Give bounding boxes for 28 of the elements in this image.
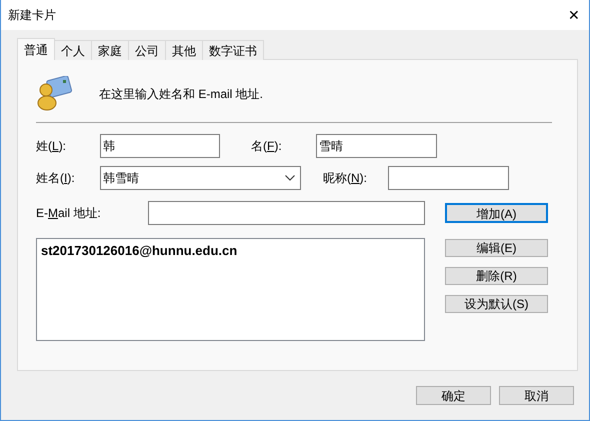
input-field[interactable]: 雪晴 <box>316 134 437 158</box>
window-title: 新建卡片 <box>7 7 56 24</box>
action-button[interactable]: 编辑(E) <box>445 239 548 257</box>
tab[interactable]: 其他 <box>166 40 203 60</box>
field-label: E-Mail 地址: <box>36 205 102 222</box>
dialog-button[interactable]: 取消 <box>499 386 574 405</box>
field-label: 昵称(N): <box>323 170 368 187</box>
input-field[interactable] <box>388 166 509 190</box>
tab[interactable]: 家庭 <box>92 40 129 60</box>
input-field[interactable]: 韩 <box>100 134 220 158</box>
tab[interactable]: 普通 <box>17 38 55 60</box>
field-label: 姓名(I): <box>36 170 76 187</box>
email-entry[interactable]: st201730126016@hunnu.edu.cn <box>41 241 420 260</box>
name-dropdown[interactable]: 韩雪晴 <box>100 166 301 190</box>
input-field[interactable] <box>148 201 425 225</box>
contact-card-icon <box>36 76 72 112</box>
close-button[interactable]: ✕ <box>559 0 589 30</box>
field-label: 姓(L): <box>36 138 68 155</box>
action-button[interactable]: 删除(R) <box>445 267 548 285</box>
chevron-down-icon <box>285 175 295 181</box>
field-label: 名(F): <box>251 138 283 155</box>
add-button[interactable]: 增加(A) <box>445 203 548 223</box>
tab[interactable]: 公司 <box>129 40 166 60</box>
dialog-button[interactable]: 确定 <box>416 386 491 405</box>
action-button[interactable]: 设为默认(S) <box>445 295 548 313</box>
tab[interactable]: 数字证书 <box>203 40 264 60</box>
tab[interactable]: 个人 <box>55 40 92 60</box>
instruction-text: 在这里输入姓名和 E-mail 地址. <box>99 86 264 103</box>
